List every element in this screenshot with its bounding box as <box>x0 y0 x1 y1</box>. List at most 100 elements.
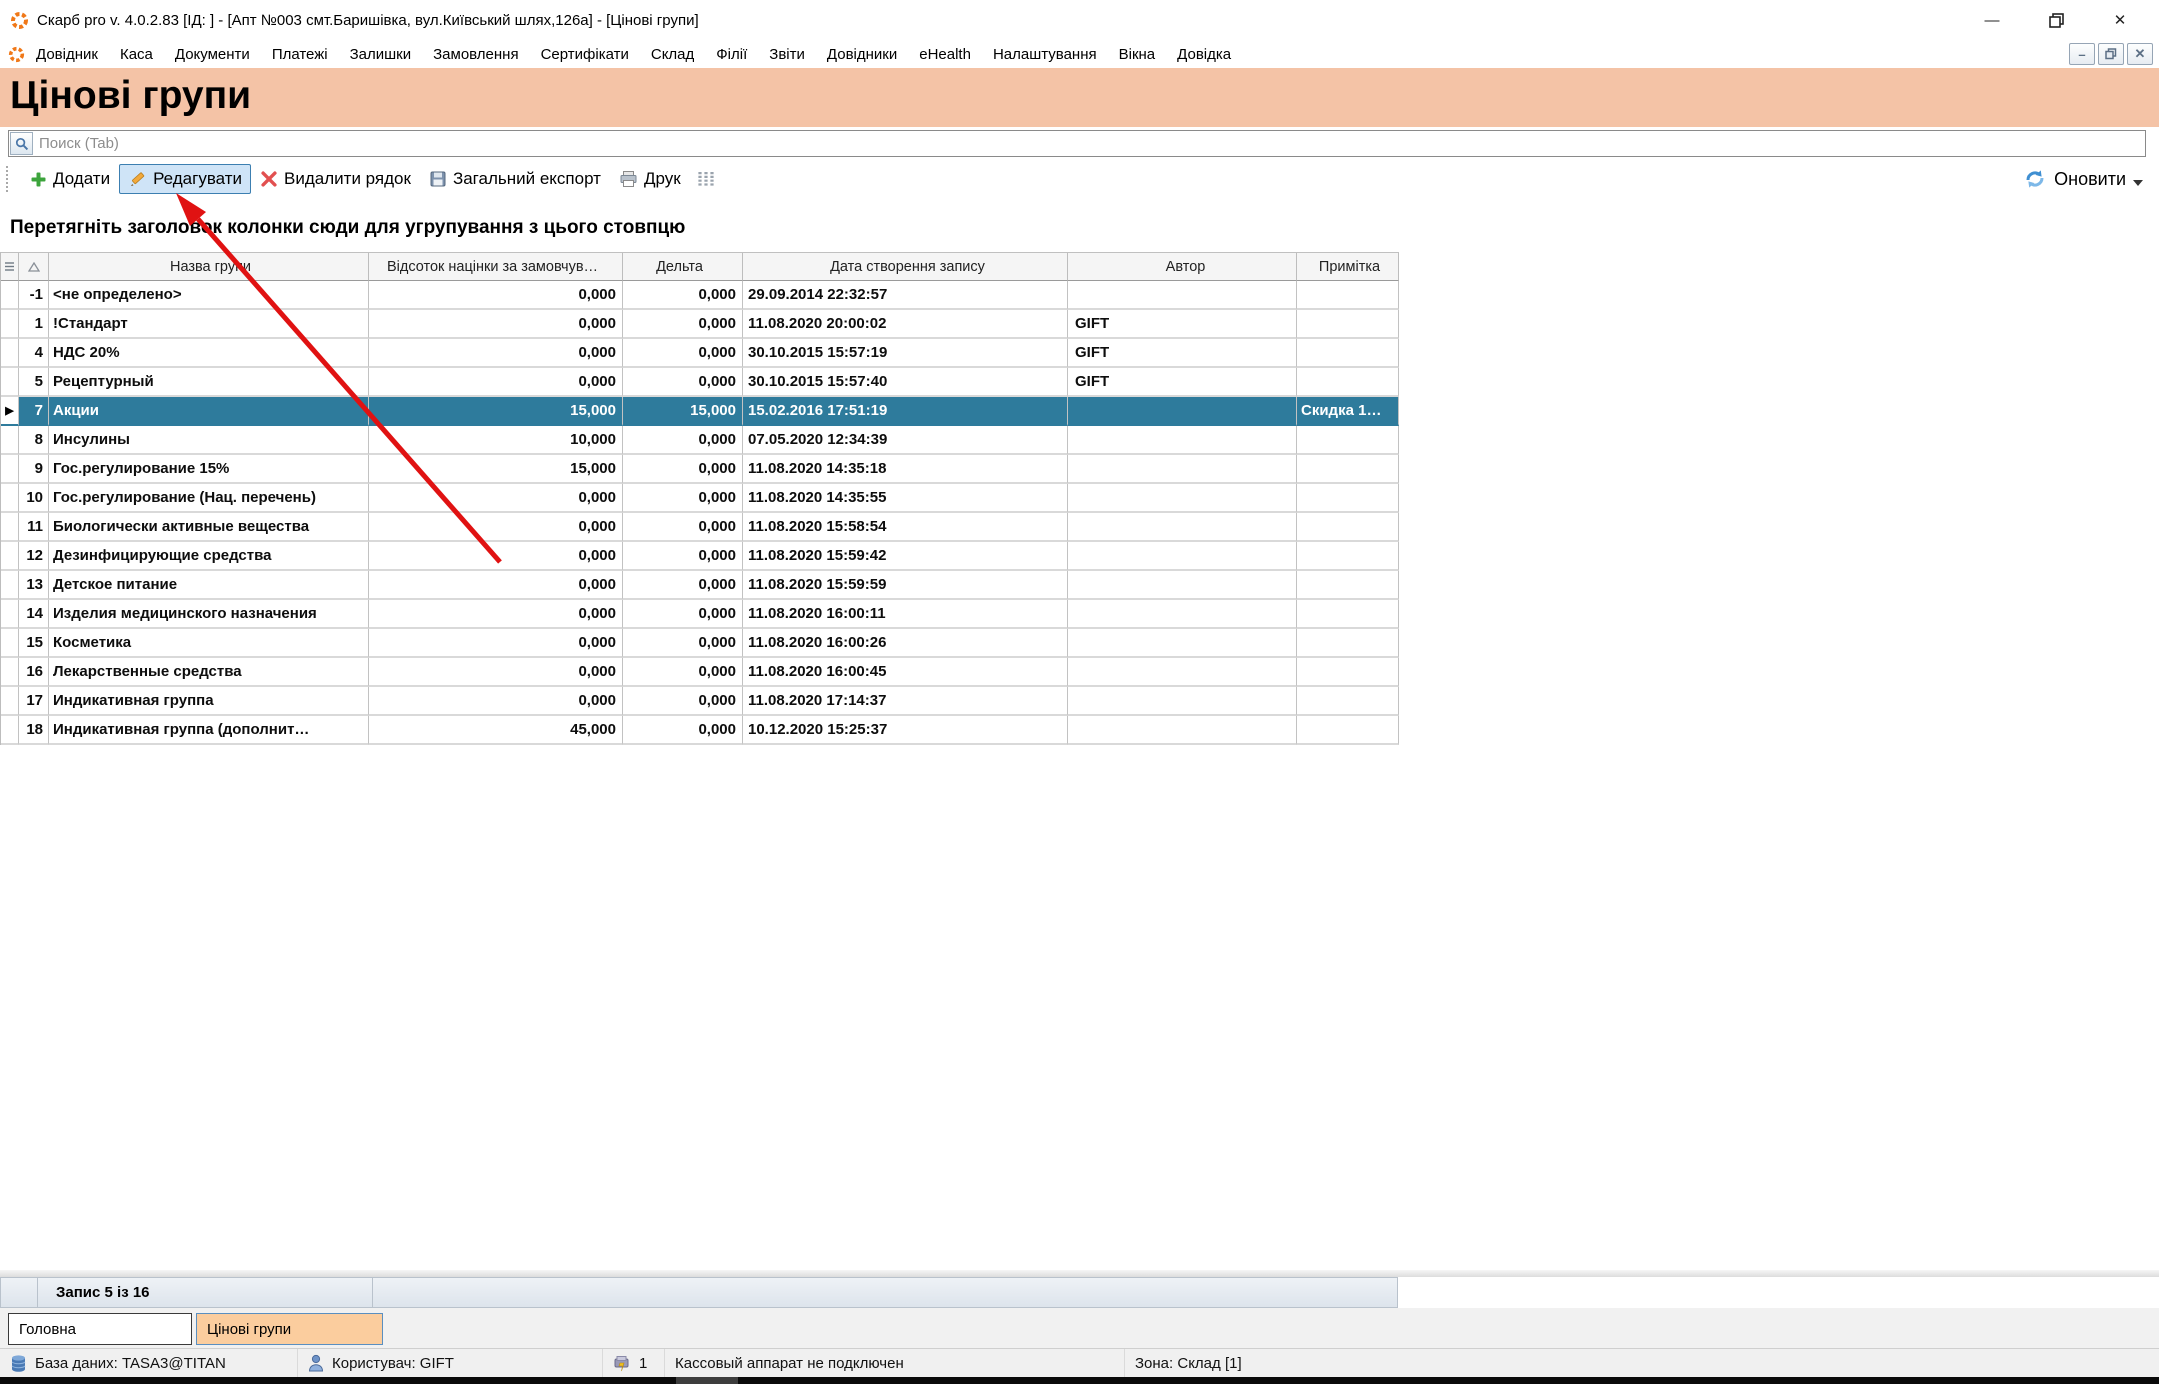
cell-name[interactable]: Инсулины <box>49 426 369 455</box>
toolbar-grip[interactable] <box>6 166 11 192</box>
cell-name[interactable]: Детское питание <box>49 571 369 600</box>
cell-name[interactable]: Индикативная группа (дополнит… <box>49 716 369 745</box>
cell-created[interactable]: 11.08.2020 16:00:11 <box>743 600 1068 629</box>
cell-note[interactable]: Скидка 1… <box>1297 397 1399 426</box>
row-indicator-cell[interactable] <box>1 426 19 455</box>
cell-percent[interactable]: 15,000 <box>369 455 623 484</box>
menu-item-Філії[interactable]: Філії <box>705 43 758 66</box>
print-button[interactable]: Друк <box>610 164 690 194</box>
cell-author[interactable] <box>1068 542 1297 571</box>
column-list-icon[interactable] <box>696 170 716 188</box>
cell-percent[interactable]: 0,000 <box>369 310 623 339</box>
cell-note[interactable] <box>1297 368 1399 397</box>
tab-holovna[interactable]: Головна <box>8 1313 192 1345</box>
cell-created[interactable]: 11.08.2020 14:35:55 <box>743 484 1068 513</box>
cell-percent[interactable]: 0,000 <box>369 600 623 629</box>
cell-created[interactable]: 11.08.2020 15:59:59 <box>743 571 1068 600</box>
table-row[interactable]: 12Дезинфицирующие средства0,0000,00011.0… <box>1 542 1399 571</box>
cell-note[interactable] <box>1297 571 1399 600</box>
cell-note[interactable] <box>1297 600 1399 629</box>
cell-created[interactable]: 10.12.2020 15:25:37 <box>743 716 1068 745</box>
table-row[interactable]: 10Гос.регулирование (Нац. перечень)0,000… <box>1 484 1399 513</box>
search-input[interactable] <box>33 135 2145 152</box>
cell-created[interactable]: 30.10.2015 15:57:19 <box>743 339 1068 368</box>
cell-note[interactable] <box>1297 455 1399 484</box>
table-row[interactable]: 1!Стандарт0,0000,00011.08.2020 20:00:02G… <box>1 310 1399 339</box>
cell-id[interactable]: 5 <box>19 368 49 397</box>
menu-item-Сертифікати[interactable]: Сертифікати <box>530 43 640 66</box>
menu-item-Довідка[interactable]: Довідка <box>1166 43 1242 66</box>
cell-name[interactable]: <не определено> <box>49 281 369 310</box>
cell-author[interactable] <box>1068 600 1297 629</box>
cell-created[interactable]: 07.05.2020 12:34:39 <box>743 426 1068 455</box>
table-row[interactable]: 17Индикативная группа0,0000,00011.08.202… <box>1 687 1399 716</box>
cell-percent[interactable]: 0,000 <box>369 281 623 310</box>
column-header-delta[interactable]: Дельта <box>623 253 743 281</box>
cell-created[interactable]: 11.08.2020 14:35:18 <box>743 455 1068 484</box>
column-header-author[interactable]: Автор <box>1068 253 1297 281</box>
table-row[interactable]: 15Косметика0,0000,00011.08.2020 16:00:26 <box>1 629 1399 658</box>
table-row[interactable]: -1<не определено>0,0000,00029.09.2014 22… <box>1 281 1399 310</box>
cell-id[interactable]: 9 <box>19 455 49 484</box>
cell-delta[interactable]: 15,000 <box>623 397 743 426</box>
cell-id[interactable]: 7 <box>19 397 49 426</box>
cell-percent[interactable]: 0,000 <box>369 339 623 368</box>
cell-author[interactable]: GIFT <box>1068 339 1297 368</box>
menu-item-Довідник[interactable]: Довідник <box>25 43 109 66</box>
delete-row-button[interactable]: Видалити рядок <box>251 164 420 194</box>
row-indicator-cell[interactable] <box>1 339 19 368</box>
cell-id[interactable]: 11 <box>19 513 49 542</box>
search-icon[interactable] <box>10 132 33 155</box>
cell-created[interactable]: 11.08.2020 16:00:45 <box>743 658 1068 687</box>
cell-note[interactable] <box>1297 426 1399 455</box>
cell-delta[interactable]: 0,000 <box>623 339 743 368</box>
menu-item-Замовлення[interactable]: Замовлення <box>422 43 529 66</box>
restore-icon[interactable] <box>2047 11 2065 29</box>
cell-delta[interactable]: 0,000 <box>623 600 743 629</box>
cell-note[interactable] <box>1297 513 1399 542</box>
row-indicator-cell[interactable] <box>1 600 19 629</box>
cell-delta[interactable]: 0,000 <box>623 513 743 542</box>
row-indicator-cell[interactable] <box>1 455 19 484</box>
table-row[interactable]: 14Изделия медицинского назначения0,0000,… <box>1 600 1399 629</box>
cell-created[interactable]: 29.09.2014 22:32:57 <box>743 281 1068 310</box>
cell-delta[interactable]: 0,000 <box>623 571 743 600</box>
table-row[interactable]: 13Детское питание0,0000,00011.08.2020 15… <box>1 571 1399 600</box>
cell-delta[interactable]: 0,000 <box>623 716 743 745</box>
cell-percent[interactable]: 0,000 <box>369 629 623 658</box>
cell-author[interactable] <box>1068 426 1297 455</box>
cell-created[interactable]: 11.08.2020 15:58:54 <box>743 513 1068 542</box>
cell-author[interactable]: GIFT <box>1068 310 1297 339</box>
cell-delta[interactable]: 0,000 <box>623 455 743 484</box>
edit-button[interactable]: Редагувати <box>119 164 251 194</box>
cell-author[interactable] <box>1068 455 1297 484</box>
cell-created[interactable]: 11.08.2020 16:00:26 <box>743 629 1068 658</box>
menu-item-Платежі[interactable]: Платежі <box>261 43 339 66</box>
cell-percent[interactable]: 0,000 <box>369 513 623 542</box>
menu-item-Каса[interactable]: Каса <box>109 43 164 66</box>
cell-name[interactable]: НДС 20% <box>49 339 369 368</box>
close-icon[interactable]: ✕ <box>2111 11 2129 29</box>
table-row[interactable]: 11Биологически активные вещества0,0000,0… <box>1 513 1399 542</box>
cell-author[interactable] <box>1068 629 1297 658</box>
cell-note[interactable] <box>1297 658 1399 687</box>
cell-created[interactable]: 11.08.2020 20:00:02 <box>743 310 1068 339</box>
table-row[interactable]: 9Гос.регулирование 15%15,0000,00011.08.2… <box>1 455 1399 484</box>
add-button[interactable]: Додати <box>21 164 119 194</box>
cell-name[interactable]: Рецептурный <box>49 368 369 397</box>
cell-delta[interactable]: 0,000 <box>623 542 743 571</box>
cell-name[interactable]: Гос.регулирование 15% <box>49 455 369 484</box>
cell-name[interactable]: Косметика <box>49 629 369 658</box>
cell-name[interactable]: !Стандарт <box>49 310 369 339</box>
row-indicator-cell[interactable] <box>1 542 19 571</box>
cell-note[interactable] <box>1297 484 1399 513</box>
menu-item-Довідники[interactable]: Довідники <box>816 43 908 66</box>
chevron-down-icon[interactable] <box>2133 180 2143 186</box>
row-indicator-cell[interactable] <box>1 484 19 513</box>
cell-id[interactable]: 17 <box>19 687 49 716</box>
cell-name[interactable]: Акции <box>49 397 369 426</box>
cell-id[interactable]: 15 <box>19 629 49 658</box>
cell-created[interactable]: 15.02.2016 17:51:19 <box>743 397 1068 426</box>
menu-item-Склад[interactable]: Склад <box>640 43 705 66</box>
cell-author[interactable] <box>1068 484 1297 513</box>
